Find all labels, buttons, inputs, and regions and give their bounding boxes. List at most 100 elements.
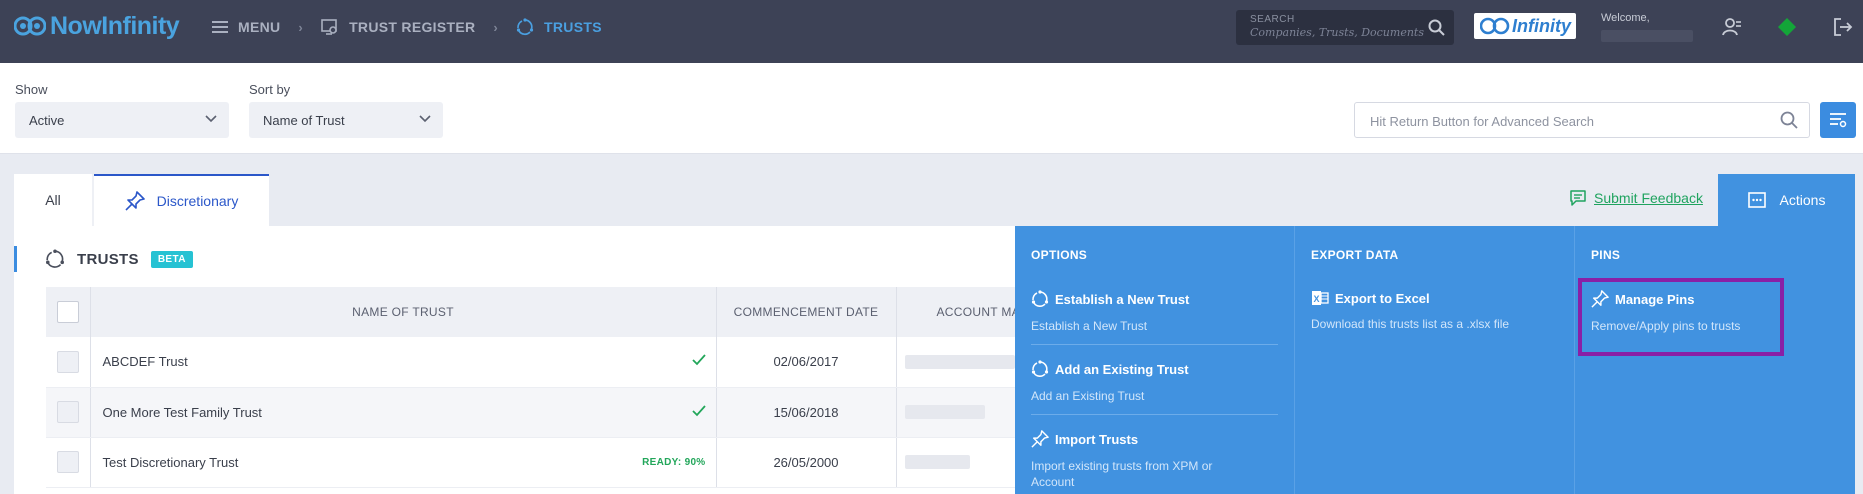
options-heading: OPTIONS — [1031, 248, 1088, 262]
excel-icon: X — [1312, 291, 1329, 305]
row-select-cell — [46, 337, 91, 388]
sort-value: Name of Trust — [263, 113, 345, 128]
check-icon — [691, 354, 706, 366]
status-badge: READY: 90% — [642, 456, 706, 468]
status-indicator-icon[interactable] — [1777, 17, 1797, 37]
row-checkbox[interactable] — [56, 401, 79, 423]
infinity-logo-icon — [1480, 17, 1510, 35]
tab-label: Discretionary — [156, 193, 239, 209]
more-options-icon — [1747, 192, 1766, 208]
table-row[interactable]: ABCDEF Trust 02/06/2017 — [46, 337, 1057, 388]
show-select[interactable]: Active — [15, 102, 229, 138]
table-row[interactable]: Test Discretionary Trust READY: 90% 26/0… — [46, 437, 1057, 488]
option-title: Add an Existing Trust — [1055, 361, 1189, 377]
feedback-label: Submit Feedback — [1594, 190, 1703, 206]
trust-name-cell[interactable]: Test Discretionary Trust READY: 90% — [90, 437, 717, 488]
pins-column: PINS Manage Pins Remove/Apply pins to tr… — [1575, 226, 1855, 494]
panel-title: TRUSTS — [77, 250, 139, 268]
breadcrumb: MENU › TRUST REGISTER › TRUSTS — [212, 0, 602, 54]
select-all-cell — [46, 287, 91, 337]
pin-icon — [1031, 430, 1049, 448]
redacted-value — [904, 455, 970, 469]
menu-button[interactable]: MENU — [212, 19, 280, 35]
brand-logo[interactable]: NowInfinity — [14, 12, 180, 41]
user-settings-icon[interactable] — [1722, 17, 1742, 37]
option-description: Establish a New Trust — [1031, 319, 1148, 333]
export-column: EXPORT DATA X Export to Excel Download t… — [1295, 226, 1575, 494]
beta-badge: BETA — [150, 250, 193, 268]
trust-name-cell[interactable]: ABCDEF Trust — [90, 337, 717, 388]
add-existing-trust-option[interactable]: Add an Existing Trust Add an Existing Tr… — [1031, 360, 1278, 415]
establish-new-trust-option[interactable]: Establish a New Trust Establish a New Tr… — [1031, 290, 1278, 345]
search-label: SEARCH — [1250, 14, 1295, 25]
trust-name: One More Test Family Trust — [102, 404, 262, 420]
search-placeholder: Companies, Trusts, Documents — [1250, 26, 1424, 39]
trusts-table: NAME OF TRUST COMMENCEMENT DATE ACCOUNT … — [46, 287, 1057, 488]
commencement-date: 15/06/2018 — [716, 387, 897, 438]
submit-feedback-link[interactable]: Submit Feedback — [1570, 190, 1703, 206]
trust-type-tabs: All Discretionary — [14, 174, 269, 226]
breadcrumb-trusts[interactable]: TRUSTS — [516, 18, 602, 36]
redacted-value — [904, 354, 1015, 369]
table-row[interactable]: One More Test Family Trust 15/06/2018 — [46, 387, 1057, 438]
hamburger-icon — [212, 21, 228, 33]
pins-heading: PINS — [1591, 248, 1621, 262]
infinity-logo-icon — [14, 16, 46, 35]
partner-logo: Infinity — [1474, 13, 1576, 39]
trust-name: Test Discretionary Trust — [102, 454, 239, 470]
partner-logo-text: Infinity — [1512, 15, 1571, 36]
filter-list-icon — [1830, 113, 1847, 128]
welcome-block: Welcome, — [1601, 12, 1693, 42]
trust-name: ABCDEF Trust — [102, 354, 188, 370]
option-title: Import Trusts — [1055, 431, 1139, 447]
show-value: Active — [29, 113, 65, 128]
trust-name-cell[interactable]: One More Test Family Trust — [90, 387, 717, 438]
advanced-filter-button[interactable] — [1820, 102, 1856, 138]
actions-dropdown: OPTIONS Establish a New Trust Establish … — [1015, 226, 1855, 494]
filter-bar: Show Active Sort by Name of Trust Hit Re… — [0, 63, 1863, 154]
tab-label: All — [45, 192, 61, 208]
svg-text:X: X — [1314, 294, 1320, 304]
option-title: Export to Excel — [1335, 290, 1430, 306]
export-to-excel-option[interactable]: X Export to Excel Download this trusts l… — [1311, 290, 1558, 342]
manage-pins-highlight — [1578, 278, 1784, 356]
show-label: Show — [15, 82, 48, 97]
chevron-right-icon: › — [493, 19, 499, 35]
tab-all[interactable]: All — [14, 174, 94, 226]
global-search-input[interactable]: SEARCH Companies, Trusts, Documents — [1236, 10, 1454, 45]
advanced-search-input[interactable]: Hit Return Button for Advanced Search — [1354, 102, 1810, 138]
row-checkbox[interactable] — [56, 451, 79, 473]
option-description: Add an Existing Trust — [1031, 389, 1145, 403]
brand-name: NowInfinity — [50, 12, 180, 40]
trust-cycle-icon — [516, 18, 534, 36]
search-icon[interactable] — [1428, 19, 1445, 36]
chevron-down-icon — [419, 115, 431, 123]
logout-icon[interactable] — [1833, 17, 1853, 37]
breadcrumb-trust-register[interactable]: TRUST REGISTER — [321, 19, 475, 35]
feedback-icon — [1570, 190, 1586, 206]
trust-cycle-icon — [1031, 290, 1049, 307]
welcome-label: Welcome, — [1601, 12, 1650, 24]
redacted-value — [904, 405, 985, 419]
chevron-right-icon: › — [298, 19, 304, 35]
actions-button[interactable]: Actions — [1718, 174, 1855, 226]
column-header[interactable]: COMMENCEMENT DATE — [716, 287, 897, 337]
select-all-checkbox[interactable] — [56, 301, 79, 323]
user-name-redacted — [1601, 30, 1693, 42]
column-header[interactable]: NAME OF TRUST — [90, 287, 717, 337]
register-icon — [321, 19, 337, 35]
pin-icon — [125, 191, 145, 211]
sort-label: Sort by — [249, 82, 291, 97]
export-heading: EXPORT DATA — [1311, 248, 1399, 262]
option-description: Import existing trusts from XPM or Accou… — [1031, 459, 1213, 489]
actions-label: Actions — [1779, 192, 1826, 208]
page-title: TRUSTS BETA — [14, 246, 193, 272]
check-icon — [691, 404, 706, 416]
option-description: Download this trusts list as a .xlsx fil… — [1311, 317, 1510, 331]
sort-select[interactable]: Name of Trust — [249, 102, 443, 138]
breadcrumb-label: TRUST REGISTER — [349, 19, 476, 35]
tab-discretionary[interactable]: Discretionary — [94, 174, 269, 226]
row-checkbox[interactable] — [56, 350, 79, 373]
options-column: OPTIONS Establish a New Trust Establish … — [1015, 226, 1295, 494]
import-trusts-option[interactable]: Import Trusts Import existing trusts fro… — [1031, 430, 1278, 494]
